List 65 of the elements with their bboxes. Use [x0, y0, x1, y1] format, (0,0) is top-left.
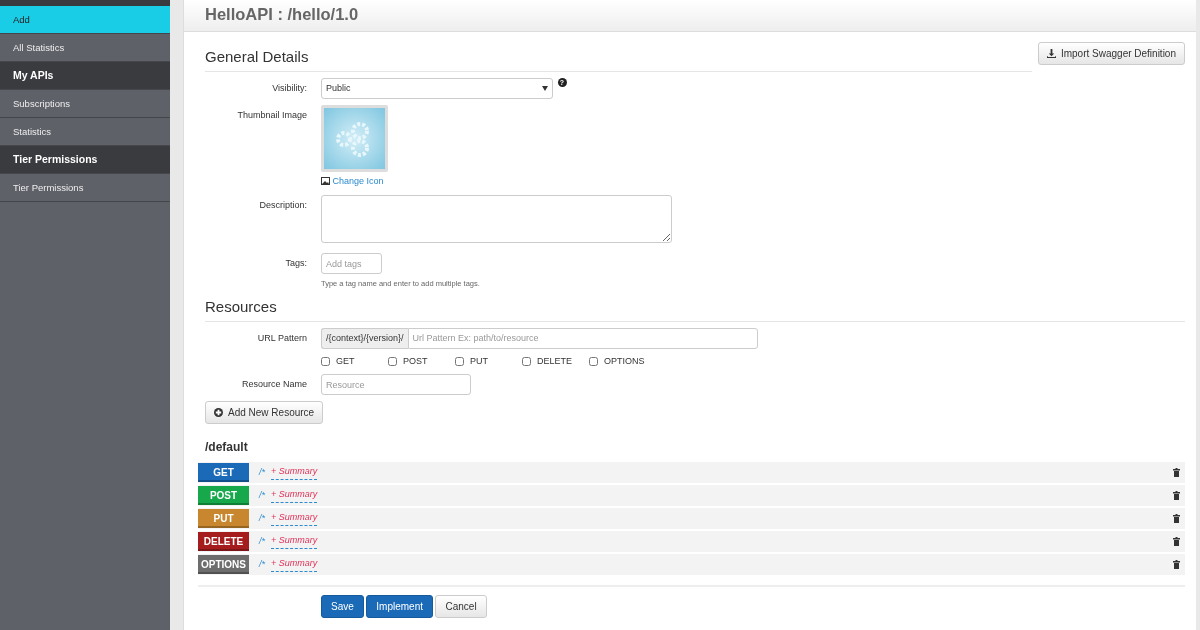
sidebar-item[interactable]: Subscriptions: [0, 90, 170, 118]
method-checkbox[interactable]: [388, 356, 397, 366]
sidebar-item[interactable]: Add: [0, 6, 170, 34]
method-checkbox[interactable]: [522, 356, 531, 366]
summary-link[interactable]: + Summary: [271, 488, 318, 503]
url-pattern-field[interactable]: Url Pattern Ex: path/to/resource: [407, 327, 758, 349]
field-label: Thumbnail Image: [236, 109, 307, 122]
method-checkbox[interactable]: [321, 356, 330, 366]
trash-icon[interactable]: [1173, 560, 1180, 569]
summary-link[interactable]: + Summary: [271, 511, 318, 526]
add-resource-button[interactable]: Add New Resource: [205, 401, 324, 424]
plus-circle-icon: [214, 408, 223, 417]
trash-icon[interactable]: [1173, 537, 1180, 546]
sidebar-item[interactable]: Tier Permissions: [0, 174, 170, 202]
resource-row[interactable]: DELETE /* + Summary: [198, 531, 1185, 552]
sidebar-section-header: My APIs: [0, 62, 170, 90]
change-icon-link[interactable]: Change Icon: [321, 174, 384, 188]
resource-path: /*: [259, 465, 265, 479]
description-field[interactable]: [321, 195, 672, 244]
action-button[interactable]: Implement: [366, 595, 433, 618]
trash-icon[interactable]: [1173, 468, 1180, 477]
caret-icon: [542, 86, 548, 91]
checkbox-label: OPTIONS: [604, 354, 645, 368]
resource-path: /*: [259, 557, 265, 571]
import-button[interactable]: Import Swagger Definition: [1037, 42, 1185, 65]
download-icon: [1046, 49, 1056, 58]
summary-link[interactable]: + Summary: [271, 534, 318, 549]
summary-link[interactable]: + Summary: [271, 465, 318, 480]
checkbox-label: GET: [336, 354, 355, 368]
field-label: Description:: [258, 199, 307, 213]
field-label: URL Pattern: [256, 331, 307, 345]
method-checkbox[interactable]: [589, 356, 598, 366]
action-button[interactable]: Save: [321, 595, 364, 618]
url-prefix: /{context}/{version}/: [321, 327, 408, 349]
summary-link[interactable]: + Summary: [271, 557, 318, 572]
resource-path: /*: [259, 511, 265, 525]
action-button[interactable]: Cancel: [435, 595, 487, 618]
method-badge: GET: [198, 463, 249, 482]
resource-row[interactable]: POST /* + Summary: [198, 485, 1185, 506]
method-badge: DELETE: [198, 532, 249, 551]
resource-row[interactable]: OPTIONS /* + Summary: [198, 554, 1185, 575]
sidebar-section-header: Tier Permissions: [0, 146, 170, 174]
visibility-select[interactable]: Public: [321, 78, 553, 99]
section-heading: General Details: [205, 47, 310, 67]
resource-name-field[interactable]: Resource: [321, 374, 471, 395]
checkbox-label: PUT: [470, 354, 488, 368]
group-title: /default: [205, 439, 249, 456]
method-checkbox[interactable]: [455, 356, 464, 366]
field-label: Tags:: [284, 257, 307, 271]
field-label: Resource Name: [240, 378, 307, 391]
field-label: Visibility:: [271, 82, 307, 95]
trash-icon[interactable]: [1173, 491, 1180, 500]
resource-path: /*: [259, 488, 265, 502]
resource-row[interactable]: GET /* + Summary: [198, 462, 1185, 483]
tags-field[interactable]: Add tags: [321, 253, 382, 275]
resource-row[interactable]: PUT /* + Summary: [198, 508, 1185, 529]
checkbox-label: DELETE: [537, 354, 572, 368]
resource-path: /*: [259, 534, 265, 548]
method-badge: PUT: [198, 509, 249, 528]
method-badge: OPTIONS: [198, 555, 249, 574]
image-icon: [321, 177, 330, 186]
checkbox-label: POST: [403, 354, 428, 368]
section-heading: Resources: [205, 296, 278, 317]
trash-icon[interactable]: [1173, 514, 1180, 523]
method-badge: POST: [198, 486, 249, 505]
